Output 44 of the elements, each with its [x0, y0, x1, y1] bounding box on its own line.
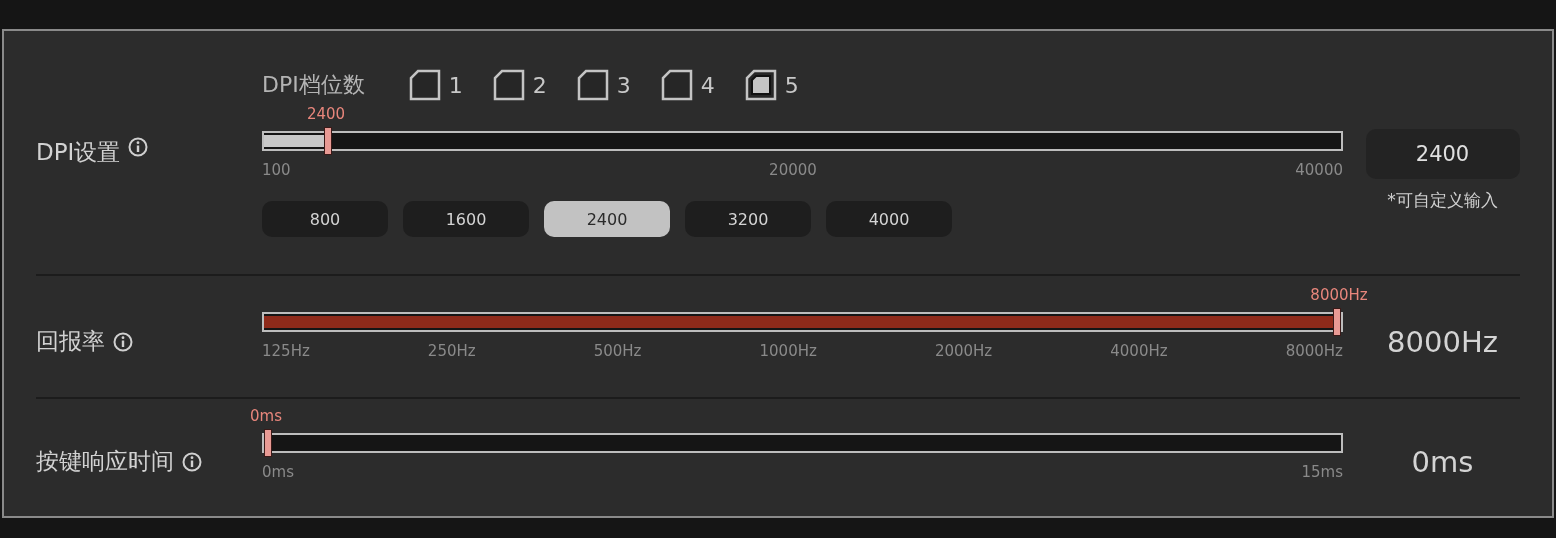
tick-label: 40000 — [1295, 161, 1343, 179]
stage-number: 1 — [448, 72, 463, 98]
setting-label: 按键响应时间 — [36, 447, 174, 476]
stages-label: DPI档位数 — [262, 71, 365, 99]
slider-reading: 2400 — [307, 105, 346, 123]
tick-label: 2000Hz — [934, 342, 993, 360]
preset-button[interactable]: 800 — [262, 201, 388, 237]
tick-label: 0ms — [262, 463, 294, 481]
stage-number: 4 — [700, 72, 715, 98]
slider-thumb[interactable] — [323, 127, 332, 155]
tick-label: 20000 — [769, 161, 817, 179]
value-readout: 0ms — [1411, 444, 1474, 479]
info-icon[interactable] — [128, 137, 149, 157]
slider-thumb[interactable] — [1333, 308, 1341, 336]
preset-button[interactable]: 4000 — [826, 201, 952, 237]
tick-label: 500Hz — [593, 342, 642, 360]
slider-reading: 8000Hz — [1310, 286, 1368, 304]
tick-label: 15ms — [1301, 463, 1343, 481]
stage-icon[interactable] — [744, 69, 777, 101]
stage-number: 2 — [532, 72, 547, 98]
preset-button[interactable]: 1600 — [403, 201, 529, 237]
preset-button[interactable]: 2400 — [544, 201, 670, 237]
input-hint: *可自定义输入 — [1387, 189, 1498, 212]
tick-label: 1000Hz — [759, 342, 817, 360]
tick-label: 100 — [262, 161, 291, 179]
info-icon[interactable] — [182, 451, 202, 472]
stage-number: 5 — [784, 72, 799, 98]
value-readout: 8000Hz — [1387, 324, 1498, 359]
info-icon[interactable] — [113, 331, 133, 352]
dpi-input-field[interactable]: 2400 — [1365, 129, 1520, 179]
preset-button[interactable]: 3200 — [685, 201, 811, 237]
slider-thumb[interactable] — [264, 429, 272, 457]
stage-icon[interactable] — [492, 69, 525, 101]
tick-label: 250Hz — [427, 342, 476, 360]
stage-icon[interactable] — [408, 69, 441, 101]
stage-icon[interactable] — [576, 69, 609, 101]
slider-reading: 0ms — [250, 407, 282, 425]
tick-label: 4000Hz — [1110, 342, 1168, 360]
stage-icon[interactable] — [660, 69, 693, 101]
stage-number: 3 — [616, 72, 631, 98]
setting-label: 回报率 — [36, 327, 105, 356]
tick-label: 8000Hz — [1285, 342, 1343, 360]
setting-label: DPI设置 — [36, 138, 121, 167]
tick-label: 125Hz — [262, 342, 310, 360]
